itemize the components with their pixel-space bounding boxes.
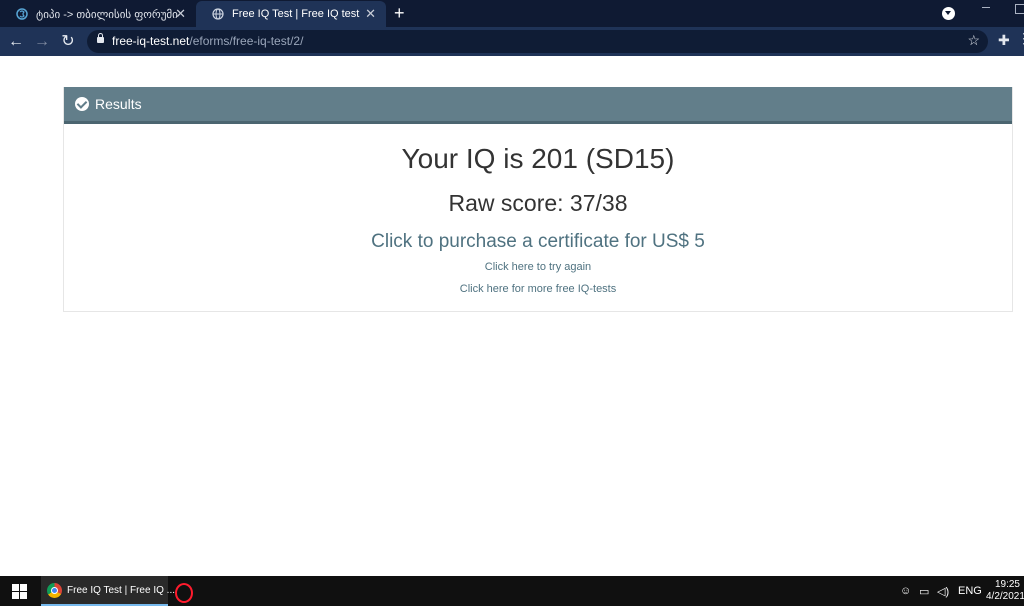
windows-start-icon[interactable] — [12, 584, 27, 599]
iq-score-heading: Your IQ is 201 (SD15) — [401, 143, 675, 174]
address-bar[interactable]: free-iq-test.net/eforms/free-iq-test/2/ … — [87, 30, 988, 53]
results-header: Results — [64, 87, 1012, 124]
results-title: Results — [95, 96, 142, 112]
new-tab-button[interactable]: + — [394, 3, 405, 23]
results-panel: Results Your IQ is 201 (SD15) Raw score:… — [63, 87, 1013, 312]
lock-icon — [97, 33, 104, 43]
menu-icon[interactable]: ⋮ — [1017, 30, 1024, 47]
taskbar-chrome-button[interactable]: Free IQ Test | Free IQ ... — [41, 576, 175, 606]
close-tab-icon[interactable]: ✕ — [175, 6, 186, 22]
url-text: free-iq-test.net/eforms/free-iq-test/2/ — [112, 34, 304, 48]
taskbar: Free IQ Test | Free IQ ... ☺ ▭ ◁) ENG 19… — [0, 576, 1024, 606]
volume-icon[interactable]: ◁) — [937, 585, 949, 598]
reload-icon[interactable]: ↻ — [58, 32, 78, 52]
extensions-puzzle-icon[interactable]: ✚ — [998, 32, 1010, 49]
network-icon[interactable]: ▭ — [919, 585, 929, 598]
chrome-icon — [47, 583, 62, 598]
bookmark-star-icon[interactable]: ☆ — [967, 32, 980, 49]
clock-date: 4/2/2021 — [986, 591, 1024, 602]
taskbar-chrome-label: Free IQ Test | Free IQ ... — [67, 585, 175, 596]
raw-score-heading: Raw score: 37/38 — [448, 190, 628, 216]
tab-label: ტიპი -> თბილისის ფორუმი — [36, 8, 178, 21]
globe-icon — [212, 8, 224, 20]
language-indicator[interactable]: ENG — [958, 585, 982, 597]
try-again-link[interactable]: Click here to try again — [64, 261, 1012, 273]
maximize-icon[interactable] — [1015, 4, 1024, 14]
purchase-certificate-link[interactable]: Click to purchase a certificate for US$ … — [64, 231, 1012, 253]
people-icon[interactable]: ☺ — [900, 585, 911, 597]
back-icon[interactable]: ← — [6, 32, 26, 52]
profile-menu-icon[interactable] — [942, 7, 955, 20]
forward-icon[interactable]: → — [32, 32, 52, 52]
check-circle-icon — [75, 97, 89, 111]
clock-time: 19:25 — [994, 579, 1020, 590]
more-tests-link[interactable]: Click here for more free IQ-tests — [64, 283, 1012, 295]
browser-toolbar: ← → ↻ free-iq-test.net/eforms/free-iq-te… — [0, 27, 1024, 56]
tab-strip: ტიპი -> თბილისის ფორუმი ✕ Free IQ Test |… — [0, 0, 1024, 27]
minimize-icon[interactable] — [982, 7, 990, 8]
close-tab-icon[interactable]: ✕ — [365, 6, 376, 22]
tab-forum[interactable]: ტიპი -> თბილისის ფორუმი ✕ — [0, 1, 196, 27]
forum-favicon-icon — [16, 8, 28, 20]
tab-free-iq-test[interactable]: Free IQ Test | Free IQ test ✕ — [196, 1, 386, 27]
clock[interactable]: 19:25 4/2/2021 — [986, 579, 1024, 603]
tab-label: Free IQ Test | Free IQ test — [232, 8, 360, 20]
opera-icon[interactable] — [175, 583, 193, 603]
